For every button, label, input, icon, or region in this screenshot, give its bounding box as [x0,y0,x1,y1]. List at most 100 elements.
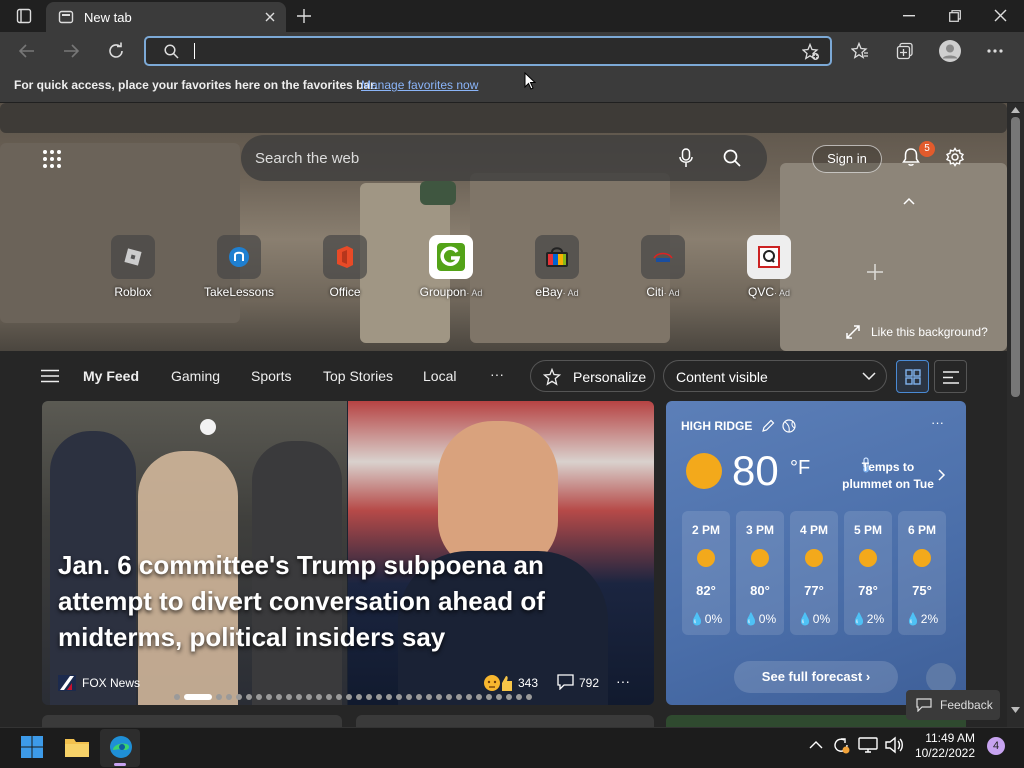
refresh-button[interactable] [106,41,126,61]
tab-sports[interactable]: Sports [251,368,291,384]
hourly-forecast-item[interactable]: 4 PM 77° 💧0% [790,511,838,635]
like-background-link[interactable]: Like this background? [871,325,988,339]
weather-map-thumbnail-icon[interactable] [926,663,956,693]
carousel-dot[interactable] [276,694,282,700]
sign-in-button[interactable]: Sign in [812,145,882,173]
carousel-dot[interactable] [386,694,392,700]
tab-gaming[interactable]: Gaming [171,368,220,384]
profile-avatar-icon[interactable] [938,39,962,63]
carousel-dot-active[interactable] [184,694,212,700]
quick-link-office[interactable]: Office [302,235,388,299]
more-topics-button[interactable]: ··· [490,366,504,382]
search-submit-icon[interactable] [723,149,741,167]
file-explorer-icon[interactable] [64,736,90,758]
carousel-dot[interactable] [174,694,180,700]
news-more-options-icon[interactable]: ··· [616,673,630,689]
content-visibility-dropdown[interactable]: Content visible [663,360,887,392]
weather-card[interactable]: HIGH RIDGE ··· 80 °F Temps to plummet on… [666,401,966,705]
carousel-dot[interactable] [416,694,422,700]
back-button[interactable] [18,42,36,60]
carousel-dot[interactable] [326,694,332,700]
carousel-dot[interactable] [396,694,402,700]
minimize-button[interactable] [903,15,915,17]
scrollbar-thumb[interactable] [1011,117,1020,397]
close-window-button[interactable] [994,9,1007,22]
feed-menu-hamburger-icon[interactable] [41,369,59,383]
apps-launcher-icon[interactable] [42,149,62,169]
hourly-forecast-item[interactable]: 6 PM 75° 💧2% [898,511,946,635]
new-tab-button[interactable] [296,8,312,24]
quick-link-ebay[interactable]: eBay· Ad [514,235,600,299]
expand-background-icon[interactable] [846,325,860,339]
volume-speaker-icon[interactable] [884,736,904,754]
weather-location[interactable]: HIGH RIDGE [681,419,752,433]
scroll-up-arrow-icon[interactable] [1011,107,1020,113]
close-tab-icon[interactable] [264,11,276,23]
news-headline[interactable]: Jan. 6 committee's Trump subpoena an att… [58,547,618,655]
quick-link-citi[interactable]: Citi· Ad [620,235,706,299]
tab-actions-icon[interactable] [16,8,32,24]
carousel-dot[interactable] [336,694,342,700]
carousel-dot[interactable] [426,694,432,700]
carousel-dot[interactable] [316,694,322,700]
windows-start-icon[interactable] [20,735,44,759]
carousel-dot[interactable] [226,694,232,700]
carousel-dot[interactable] [356,694,362,700]
page-scrollbar[interactable] [1007,103,1024,727]
see-full-forecast-button[interactable]: See full forecast › [734,661,898,693]
add-quick-link-icon[interactable] [866,263,884,281]
show-hidden-icons-chevron-up-icon[interactable] [809,740,823,749]
carousel-dot[interactable] [516,694,522,700]
edit-location-pencil-icon[interactable] [761,419,775,433]
carousel-dot[interactable] [456,694,462,700]
quick-link-qvc[interactable]: QVC· Ad [726,235,812,299]
carousel-dot[interactable] [406,694,412,700]
tab-local[interactable]: Local [423,368,456,384]
grid-layout-button[interactable] [896,360,929,393]
temperature-unit[interactable]: °F [790,457,810,480]
carousel-dot[interactable] [526,694,532,700]
comments-icon[interactable] [557,674,574,690]
list-layout-button[interactable] [934,360,967,393]
carousel-dot[interactable] [346,694,352,700]
web-search-box[interactable]: Search the web [241,135,767,181]
carousel-dot[interactable] [446,694,452,700]
reactions-emoji-icon[interactable] [482,673,514,693]
carousel-dot[interactable] [366,694,372,700]
carousel-dot[interactable] [246,694,252,700]
carousel-dot[interactable] [486,694,492,700]
carousel-dot[interactable] [286,694,292,700]
carousel-dot[interactable] [476,694,482,700]
manage-favorites-link[interactable]: Manage favorites now [361,78,478,92]
collections-button[interactable] [896,42,914,60]
notifications-bell-icon[interactable] [901,147,921,167]
top-news-card[interactable]: Jan. 6 committee's Trump subpoena an att… [42,401,654,705]
carousel-dot[interactable] [236,694,242,700]
weather-more-options-icon[interactable]: ··· [931,415,944,430]
network-display-icon[interactable] [858,736,878,754]
scroll-down-arrow-icon[interactable] [1011,707,1020,713]
tab-top-stories[interactable]: Top Stories [323,368,393,384]
carousel-dot[interactable] [496,694,502,700]
system-clock[interactable]: 11:49 AM 10/22/2022 [911,731,975,761]
quick-link-groupon[interactable]: Groupon· Ad [408,235,494,299]
restore-button[interactable] [949,10,961,22]
chevron-right-icon[interactable] [938,469,946,481]
update-available-icon[interactable] [832,736,850,754]
add-favorite-icon[interactable] [802,43,820,61]
carousel-dot[interactable] [296,694,302,700]
page-settings-gear-icon[interactable] [945,147,965,167]
carousel-dot[interactable] [466,694,472,700]
news-source[interactable]: FOX News [82,676,140,690]
settings-and-more-icon[interactable] [987,49,1003,53]
address-bar[interactable] [144,36,832,66]
weather-alert[interactable]: Temps to plummet on Tue [840,459,936,493]
carousel-dot[interactable] [506,694,512,700]
forward-button[interactable] [62,42,80,60]
quick-link-roblox[interactable]: Roblox [90,235,176,299]
tab-my-feed[interactable]: My Feed [83,368,139,384]
hourly-forecast-item[interactable]: 3 PM 80° 💧0% [736,511,784,635]
carousel-dot[interactable] [436,694,442,700]
hourly-forecast-item[interactable]: 5 PM 78° 💧2% [844,511,892,635]
quick-link-takelessons[interactable]: TakeLessons [196,235,282,299]
